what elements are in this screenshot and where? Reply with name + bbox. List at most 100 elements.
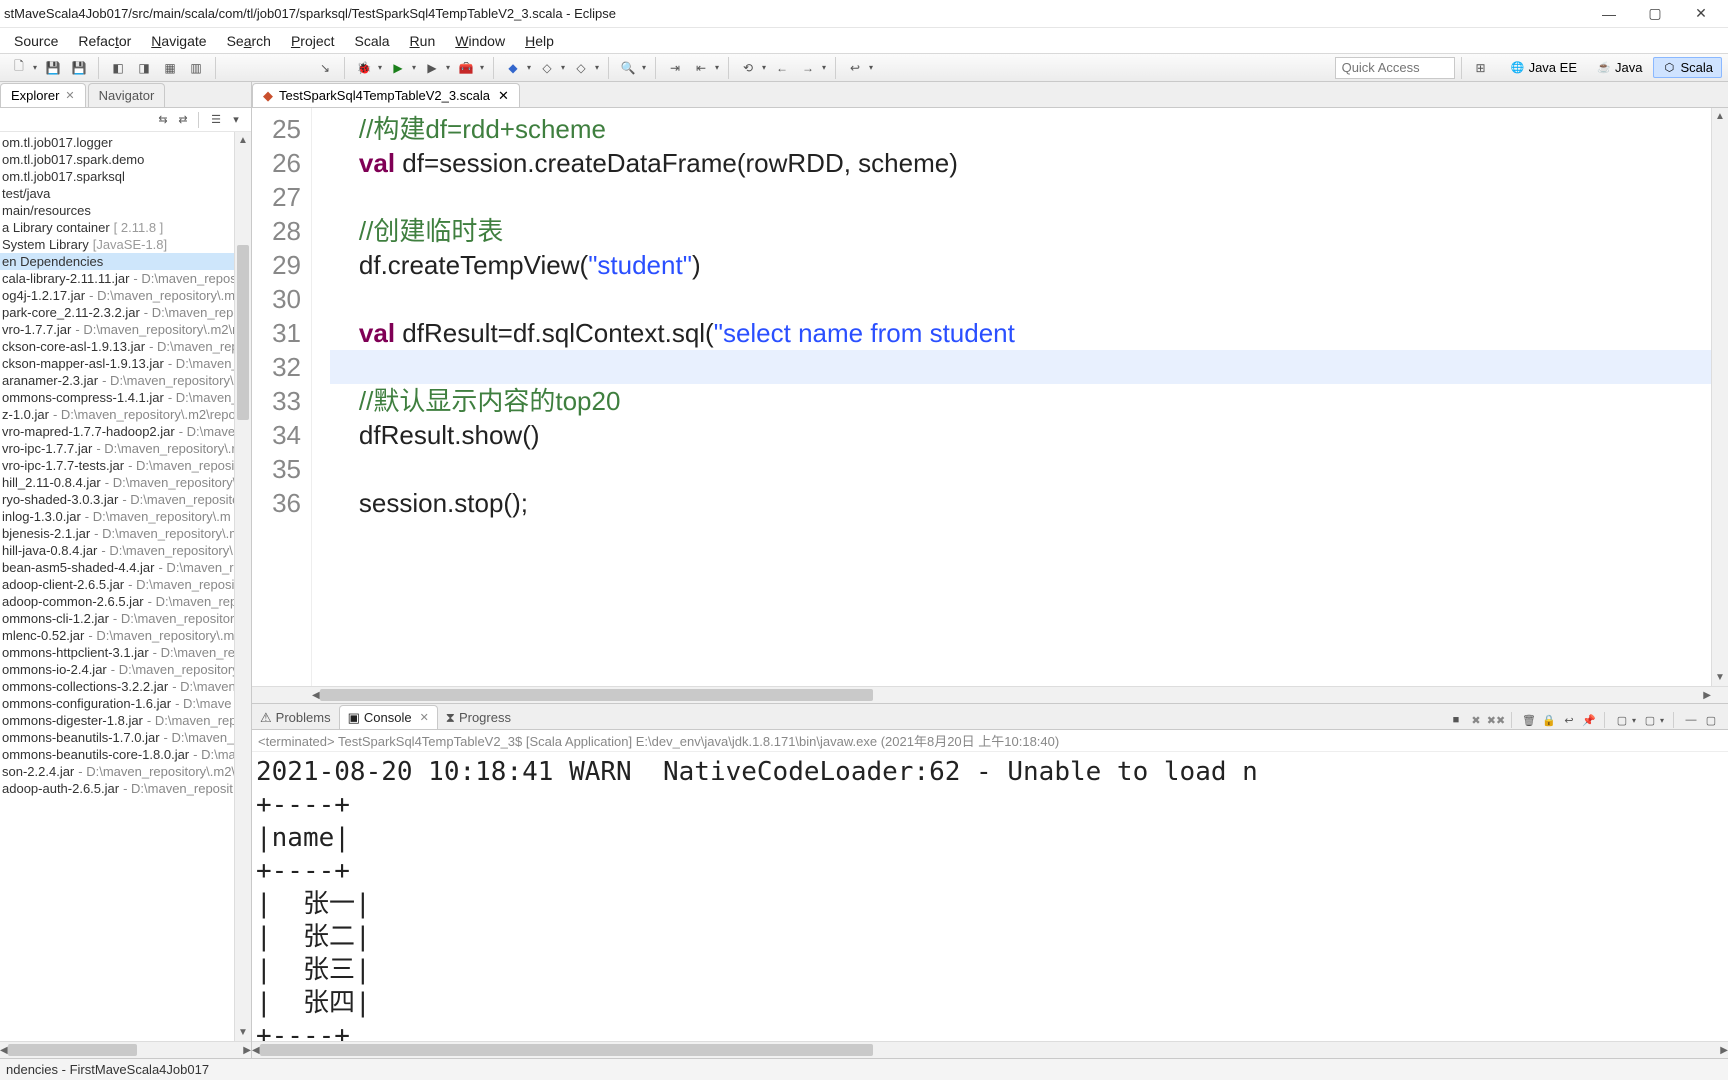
menu-scala[interactable]: Scala	[345, 29, 400, 53]
tree-item[interactable]: om.tl.job017.spark.demo	[0, 151, 234, 168]
forward-button[interactable]: →	[797, 57, 819, 79]
tree-item-jar[interactable]: bjenesis-2.1.jar - D:\maven_repository\.…	[0, 525, 234, 542]
new-trait-button[interactable]: ◨	[133, 57, 155, 79]
tree-item[interactable]: a Library container [ 2.11.8 ]	[0, 219, 234, 236]
toggle-mark-button[interactable]: ⟲	[737, 57, 759, 79]
tree-item-jar[interactable]: adoop-client-2.6.5.jar - D:\maven_reposi…	[0, 576, 234, 593]
tree-vertical-scrollbar[interactable]: ▲ ▼	[234, 132, 251, 1041]
tree-item-jar[interactable]: ommons-collections-3.2.2.jar - D:\maven	[0, 678, 234, 695]
tree-item-jar[interactable]: vro-ipc-1.7.7-tests.jar - D:\maven_repos…	[0, 457, 234, 474]
tree-item-selected[interactable]: en Dependencies	[0, 253, 234, 270]
dropdown-icon[interactable]: ▾	[526, 63, 534, 72]
external-tools-button[interactable]: 🧰	[455, 57, 477, 79]
tree-item-jar[interactable]: hill-java-0.8.4.jar - D:\maven_repositor…	[0, 542, 234, 559]
dropdown-icon[interactable]: ▾	[479, 63, 487, 72]
tree-horizontal-scrollbar[interactable]: ◀ ▶	[0, 1041, 251, 1058]
console-remove-button[interactable]: ✖	[1467, 711, 1485, 729]
scroll-left-button[interactable]: ◀	[0, 1042, 8, 1059]
close-button[interactable]: ✕	[1678, 2, 1724, 26]
menu-run[interactable]: Run	[400, 29, 446, 53]
minimize-view-button[interactable]: —	[1682, 711, 1700, 729]
tab-navigator[interactable]: Navigator	[88, 83, 166, 107]
maximize-button[interactable]: ▢	[1632, 2, 1678, 26]
dropdown-icon[interactable]: ▾	[32, 63, 40, 72]
dropdown-icon[interactable]: ▾	[761, 63, 769, 72]
dropdown-icon[interactable]: ▾	[560, 63, 568, 72]
next-annotation-button[interactable]: ⇥	[664, 57, 686, 79]
close-icon[interactable]: ✕	[498, 88, 509, 104]
console-word-wrap-button[interactable]: ↩	[1560, 711, 1578, 729]
tree-item-jar[interactable]: inlog-1.3.0.jar - D:\maven_repository\.m	[0, 508, 234, 525]
scroll-up-button[interactable]: ▲	[235, 132, 251, 149]
scroll-left-button[interactable]: ◀	[312, 687, 320, 704]
tree-item-jar[interactable]: aranamer-2.3.jar - D:\maven_repository\.	[0, 372, 234, 389]
scroll-left-button[interactable]: ◀	[252, 1042, 260, 1059]
new-button[interactable]: 🗋	[8, 57, 30, 79]
debug-button[interactable]: 🐞	[353, 57, 375, 79]
console-display-button[interactable]: ▢	[1613, 711, 1631, 729]
dropdown-icon[interactable]: ▾	[594, 63, 602, 72]
tree-item[interactable]: om.tl.job017.sparksql	[0, 168, 234, 185]
tree-item-jar[interactable]: ommons-digester-1.8.jar - D:\maven_rep	[0, 712, 234, 729]
tree-item-jar[interactable]: cala-library-2.11.11.jar - D:\maven_repo…	[0, 270, 234, 287]
menu-search[interactable]: Search	[217, 29, 281, 53]
save-button[interactable]: 💾	[42, 57, 64, 79]
menu-window[interactable]: Window	[445, 29, 515, 53]
tree-item-jar[interactable]: ommons-configuration-1.6.jar - D:\mave	[0, 695, 234, 712]
scroll-thumb[interactable]	[8, 1044, 138, 1056]
dropdown-icon[interactable]: ▾	[641, 63, 649, 72]
tree-item[interactable]: main/resources	[0, 202, 234, 219]
prev-annotation-button[interactable]: ⇤	[690, 57, 712, 79]
editor-vertical-scrollbar[interactable]: ▲ ▼	[1711, 108, 1728, 686]
run-button[interactable]: ▶	[387, 57, 409, 79]
back-button[interactable]: ←	[771, 57, 793, 79]
tree-item-jar[interactable]: vro-mapred-1.7.7-hadoop2.jar - D:\mave	[0, 423, 234, 440]
tree-item-jar[interactable]: z-1.0.jar - D:\maven_repository\.m2\repo	[0, 406, 234, 423]
new-doc-button[interactable]: ◇	[570, 57, 592, 79]
run-last-button[interactable]: ▶	[421, 57, 443, 79]
new-project-button[interactable]: ▥	[185, 57, 207, 79]
link-editor-button[interactable]: ⇄	[174, 111, 192, 129]
scroll-thumb[interactable]	[320, 689, 873, 701]
skip-breakpoints-button[interactable]: ↘	[314, 57, 336, 79]
tree-item-jar[interactable]: ckson-core-asl-1.9.13.jar - D:\maven_rep	[0, 338, 234, 355]
close-icon[interactable]: ✕	[65, 89, 74, 102]
tab-explorer[interactable]: Explorer ✕	[0, 83, 86, 107]
dropdown-icon[interactable]: ▾	[445, 63, 453, 72]
scroll-thumb[interactable]	[237, 245, 249, 420]
tree-item-jar[interactable]: hill_2.11-0.8.4.jar - D:\maven_repositor…	[0, 474, 234, 491]
dropdown-icon[interactable]: ▾	[1659, 716, 1667, 725]
tree-item-jar[interactable]: ommons-beanutils-1.7.0.jar - D:\maven_r	[0, 729, 234, 746]
console-clear-button[interactable]: 🗑	[1520, 711, 1538, 729]
dropdown-icon[interactable]: ▾	[411, 63, 419, 72]
console-horizontal-scrollbar[interactable]: ◀ ▶	[252, 1041, 1728, 1058]
tree-item-jar[interactable]: adoop-common-2.6.5.jar - D:\maven_rep	[0, 593, 234, 610]
quick-access-input[interactable]	[1335, 57, 1455, 79]
perspective-scala[interactable]: ⬡Scala	[1653, 57, 1722, 78]
open-perspective-button[interactable]: ⊞	[1470, 57, 1492, 79]
new-other-button[interactable]: ◇	[536, 57, 558, 79]
tree-item-jar[interactable]: ommons-io-2.4.jar - D:\maven_repository	[0, 661, 234, 678]
tree-item[interactable]: om.tl.job017.logger	[0, 134, 234, 151]
dropdown-icon[interactable]: ▾	[821, 63, 829, 72]
scroll-down-button[interactable]: ▼	[1712, 669, 1728, 686]
maximize-view-button[interactable]: ▢	[1702, 711, 1720, 729]
tree-item-jar[interactable]: vro-ipc-1.7.7.jar - D:\maven_repository\…	[0, 440, 234, 457]
tree-item[interactable]: System Library [JavaSE-1.8]	[0, 236, 234, 253]
package-explorer-tree[interactable]: om.tl.job017.loggerom.tl.job017.spark.de…	[0, 132, 234, 1041]
tree-item[interactable]: test/java	[0, 185, 234, 202]
tree-item-jar[interactable]: adoop-auth-2.6.5.jar - D:\maven_reposit	[0, 780, 234, 797]
console-scroll-lock-button[interactable]: 🔒	[1540, 711, 1558, 729]
focus-button[interactable]: ☰	[207, 111, 225, 129]
editor-tab-active[interactable]: ◆ TestSparkSql4TempTableV2_3.scala ✕	[252, 83, 520, 107]
scroll-right-button[interactable]: ▶	[243, 1042, 251, 1059]
scroll-down-button[interactable]: ▼	[235, 1024, 251, 1041]
console-remove-all-button[interactable]: ✖✖	[1487, 711, 1505, 729]
tab-problems[interactable]: ⚠Problems	[252, 705, 339, 729]
menu-help[interactable]: Help	[515, 29, 564, 53]
scroll-up-button[interactable]: ▲	[1712, 108, 1728, 125]
code-editor[interactable]: 252627282930313233343536 //构建df=rdd+sche…	[252, 108, 1728, 686]
menu-project[interactable]: Project	[281, 29, 345, 53]
tree-item-jar[interactable]: ommons-httpclient-3.1.jar - D:\maven_re	[0, 644, 234, 661]
view-menu-button[interactable]: ▾	[227, 111, 245, 129]
